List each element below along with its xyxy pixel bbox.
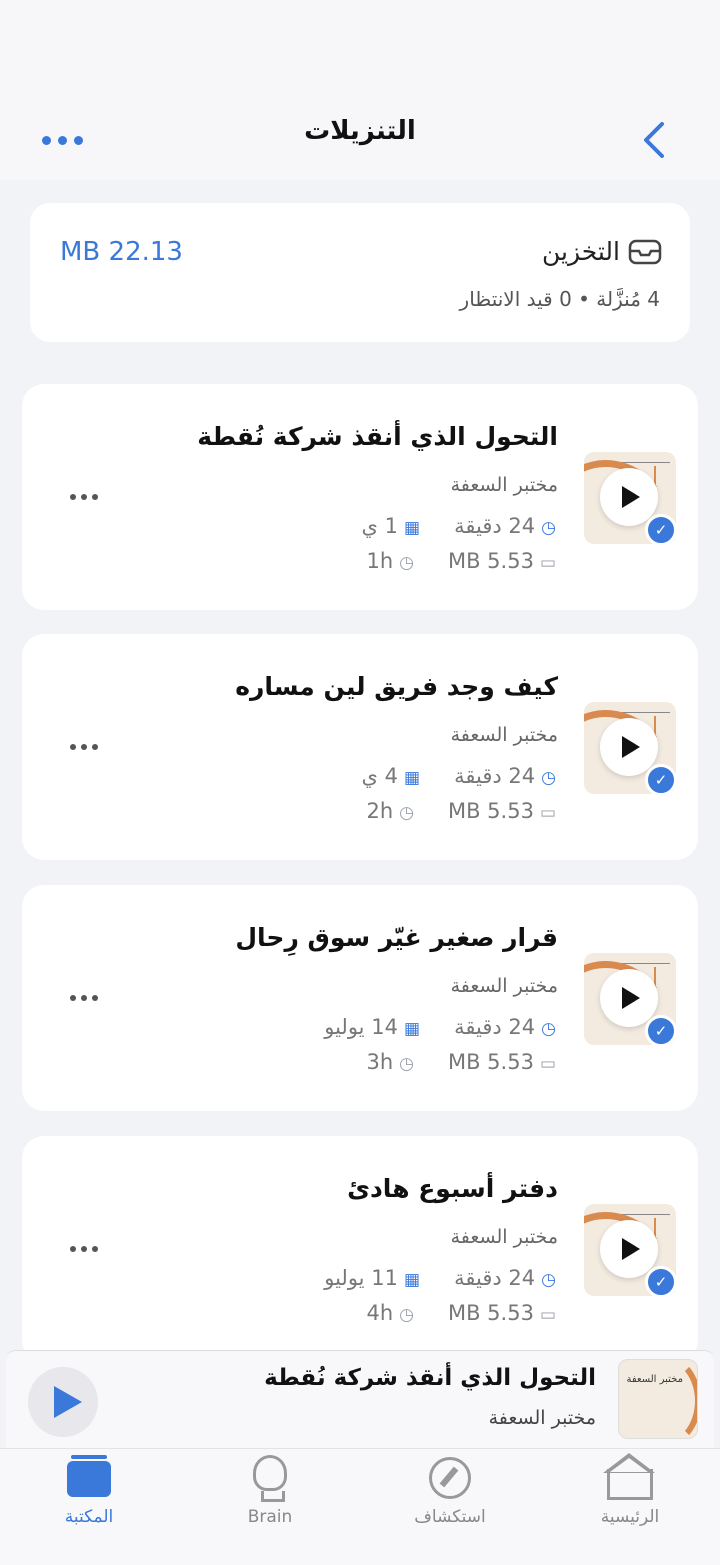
player-author: مختبر السعفة bbox=[488, 1407, 596, 1429]
calendar-icon: ▦ bbox=[403, 518, 420, 538]
episode-title: التحول الذي أنقذ شركة نُقطة bbox=[197, 422, 558, 451]
folder-icon: ▭ bbox=[539, 1054, 556, 1074]
card-more-button[interactable] bbox=[70, 494, 98, 500]
clock-icon: ◷ bbox=[399, 1054, 414, 1074]
calendar-icon: ▦ bbox=[403, 1270, 420, 1290]
folder-icon: ▭ bbox=[539, 553, 556, 573]
clock-icon: ◷ bbox=[399, 553, 414, 573]
download-card[interactable]: ✓ قرار صغير غيّر سوق رِحال مختبر السعفة … bbox=[22, 885, 698, 1111]
downloaded-check-icon: ✓ bbox=[645, 1266, 677, 1298]
episode-title: كيف وجد فريق لين مساره bbox=[235, 672, 558, 701]
lightbulb-icon bbox=[253, 1455, 287, 1491]
calendar-icon: ▦ bbox=[403, 1019, 420, 1039]
episode-date: ▦1 ي bbox=[361, 514, 420, 538]
player-title: التحول الذي أنقذ شركة نُقطة bbox=[264, 1365, 596, 1391]
clock-icon: ◷ bbox=[399, 1305, 414, 1325]
downloaded-check-icon: ✓ bbox=[645, 514, 677, 546]
compass-icon bbox=[429, 1457, 471, 1499]
episode-author: مختبر السعفة bbox=[450, 1226, 558, 1248]
episode-title: دفتر أسبوع هادئ bbox=[347, 1174, 558, 1203]
storage-summary: 4 مُنزَّلة • 0 قيد الانتظار bbox=[459, 287, 660, 311]
downloaded-check-icon: ✓ bbox=[645, 1015, 677, 1047]
episode-size: ▭MB 5.53 bbox=[447, 799, 556, 823]
episode-duration: ◷24 دقيقة bbox=[454, 1015, 556, 1039]
download-card[interactable]: ✓ كيف وجد فريق لين مساره مختبر السعفة ◷2… bbox=[22, 634, 698, 860]
back-arrow-icon[interactable] bbox=[636, 118, 676, 162]
download-card[interactable]: ✓ التحول الذي أنقذ شركة نُقطة مختبر السع… bbox=[22, 384, 698, 610]
storage-card: MB 22.13 التخزين 4 مُنزَّلة • 0 قيد الان… bbox=[30, 203, 690, 342]
episode-author: مختبر السعفة bbox=[450, 975, 558, 997]
tab-brain[interactable]: Brain bbox=[195, 1449, 345, 1549]
episode-author: مختبر السعفة bbox=[450, 724, 558, 746]
folder-icon: ▭ bbox=[539, 803, 556, 823]
episode-date: ▦4 ي bbox=[361, 764, 420, 788]
episode-size: ▭MB 5.53 bbox=[447, 549, 556, 573]
episode-time: ◷1h bbox=[366, 549, 414, 573]
tab-explore[interactable]: استكشاف bbox=[375, 1449, 525, 1549]
player-thumbnail: مختبر السعفة bbox=[618, 1359, 698, 1439]
clock-icon: ◷ bbox=[541, 1270, 556, 1290]
episode-time: ◷3h bbox=[366, 1050, 414, 1074]
player-play-button[interactable] bbox=[28, 1367, 98, 1437]
clock-icon: ◷ bbox=[399, 803, 414, 823]
episode-date: ▦11 يوليو bbox=[324, 1266, 420, 1290]
episode-time: ◷4h bbox=[366, 1301, 414, 1325]
episode-duration: ◷24 دقيقة bbox=[454, 514, 556, 538]
episode-size: ▭MB 5.53 bbox=[447, 1301, 556, 1325]
episode-duration: ◷24 دقيقة bbox=[454, 764, 556, 788]
clock-icon: ◷ bbox=[541, 518, 556, 538]
downloaded-check-icon: ✓ bbox=[645, 764, 677, 796]
download-card[interactable]: ✓ دفتر أسبوع هادئ مختبر السعفة ◷24 دقيقة… bbox=[22, 1136, 698, 1362]
episode-title: قرار صغير غيّر سوق رِحال bbox=[235, 923, 558, 952]
tab-library[interactable]: المكتبة bbox=[14, 1449, 164, 1549]
calendar-icon: ▦ bbox=[403, 768, 420, 788]
tray-icon bbox=[628, 239, 662, 265]
page-title: التنزيلات bbox=[304, 116, 416, 146]
episode-size: ▭MB 5.53 bbox=[447, 1050, 556, 1074]
storage-title: التخزين bbox=[541, 237, 620, 266]
storage-size: MB 22.13 bbox=[60, 237, 183, 267]
tab-home[interactable]: الرئيسية bbox=[555, 1449, 705, 1549]
episode-time: ◷2h bbox=[366, 799, 414, 823]
card-more-button[interactable] bbox=[70, 995, 98, 1001]
header-bar: التنزيلات bbox=[0, 0, 720, 180]
folder-icon: ▭ bbox=[539, 1305, 556, 1325]
clock-icon: ◷ bbox=[541, 768, 556, 788]
mini-player[interactable]: مختبر السعفة التحول الذي أنقذ شركة نُقطة… bbox=[6, 1350, 714, 1449]
episode-author: مختبر السعفة bbox=[450, 474, 558, 496]
episode-date: ▦14 يوليو bbox=[324, 1015, 420, 1039]
library-icon bbox=[67, 1455, 111, 1497]
card-more-button[interactable] bbox=[70, 1246, 98, 1252]
clock-icon: ◷ bbox=[541, 1019, 556, 1039]
tab-bar: المكتبة Brain استكشاف الرئيسية bbox=[0, 1448, 720, 1565]
episode-duration: ◷24 دقيقة bbox=[454, 1266, 556, 1290]
card-more-button[interactable] bbox=[70, 744, 98, 750]
